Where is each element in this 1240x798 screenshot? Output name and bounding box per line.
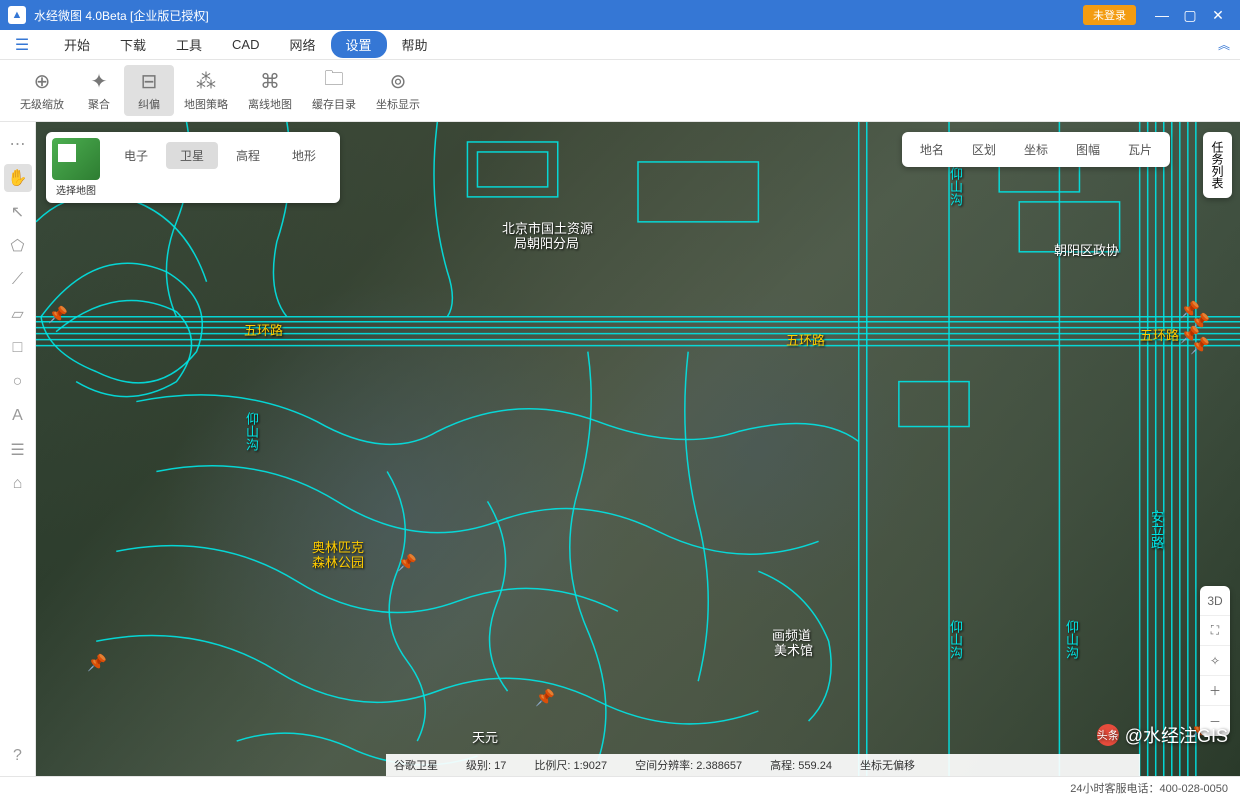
lt-select-icon[interactable]: ↖: [4, 198, 32, 226]
close-button[interactable]: ✕: [1204, 7, 1232, 24]
maximize-button[interactable]: ▢: [1176, 7, 1204, 24]
tool-cluster[interactable]: ✦聚合: [74, 65, 124, 116]
map-controls: 3D ⛶ ✧ ＋ －: [1200, 586, 1230, 736]
road-overlay: [36, 122, 1240, 776]
overlay-tab-tile[interactable]: 瓦片: [1114, 136, 1166, 163]
tool-map-strategy[interactable]: ⁂地图策略: [174, 65, 238, 116]
overlay-tab-place[interactable]: 地名: [906, 136, 958, 163]
lt-help-icon[interactable]: ?: [4, 742, 32, 770]
layer-tab-elev[interactable]: 高程: [222, 142, 274, 169]
lt-rect-icon[interactable]: □: [4, 334, 32, 362]
lt-more-icon[interactable]: ⋯: [4, 130, 32, 158]
map-fullscreen-button[interactable]: ⛶: [1200, 616, 1230, 646]
tool-zoomless[interactable]: ⊕无级缩放: [10, 65, 74, 116]
collapse-ribbon-icon[interactable]: ︽: [1218, 36, 1230, 53]
tool-cache-dir[interactable]: 🗀缓存目录: [302, 65, 366, 116]
watermark-icon: 头条: [1097, 724, 1119, 746]
map-layer-selector: 选择地图 电子 卫星 高程 地形: [46, 132, 340, 203]
status-offset: 坐标无偏移: [860, 757, 915, 773]
left-toolbar: ⋯ ✋ ↖ ⬠ ⟋ ▱ □ ○ A ☰ ⌂ ?: [0, 122, 36, 776]
app-title: 水经微图 4.0Beta [企业版已授权]: [34, 7, 1083, 24]
menu-settings[interactable]: 设置: [331, 31, 387, 58]
watermark-text: @水经注GIS: [1125, 722, 1228, 748]
minimize-button[interactable]: —: [1148, 7, 1176, 23]
lt-home-icon[interactable]: ⌂: [4, 470, 32, 498]
map-status-bar: 谷歌卫星 级别: 17 比例尺: 1:9027 空间分辨率: 2.388657 …: [386, 754, 1140, 776]
lt-list-icon[interactable]: ☰: [4, 436, 32, 464]
lt-text-icon[interactable]: A: [4, 402, 32, 430]
lt-shape-icon[interactable]: ▱: [4, 300, 32, 328]
overlay-tab-region[interactable]: 区划: [958, 136, 1010, 163]
cluster-icon: ✦: [91, 69, 108, 93]
offline-icon: ⌘: [260, 69, 280, 93]
login-badge[interactable]: 未登录: [1083, 5, 1136, 25]
toolbar: ⊕无级缩放 ✦聚合 ⊟纠偏 ⁂地图策略 ⌘离线地图 🗀缓存目录 ⊚坐标显示: [0, 60, 1240, 122]
status-level: 级别: 17: [466, 757, 506, 773]
layer-tab-satellite[interactable]: 卫星: [166, 142, 218, 169]
hamburger-icon[interactable]: ☰: [10, 33, 34, 57]
footer: 24小时客服电话：400-028-0050: [0, 776, 1240, 798]
map-compass-button[interactable]: ✧: [1200, 646, 1230, 676]
status-scale: 比例尺: 1:9027: [534, 757, 607, 773]
folder-icon: 🗀: [324, 69, 344, 93]
status-source: 谷歌卫星: [394, 757, 438, 773]
menu-network[interactable]: 网络: [275, 31, 331, 58]
watermark: 头条 @水经注GIS: [1097, 722, 1228, 748]
rectify-icon: ⊟: [141, 69, 158, 93]
tool-coord-display[interactable]: ⊚坐标显示: [366, 65, 430, 116]
task-list-button[interactable]: 任务列表: [1203, 132, 1232, 198]
map-pin[interactable]: [397, 553, 413, 573]
status-resolution: 空间分辨率: 2.388657: [635, 757, 742, 773]
menu-cad[interactable]: CAD: [217, 33, 274, 56]
menu-download[interactable]: 下载: [105, 31, 161, 58]
lt-pan-icon[interactable]: ✋: [4, 164, 32, 192]
main-area: ⋯ ✋ ↖ ⬠ ⟋ ▱ □ ○ A ☰ ⌂ ?: [0, 122, 1240, 776]
map-pin[interactable]: [87, 653, 103, 673]
map-zoom-in-button[interactable]: ＋: [1200, 676, 1230, 706]
google-map-icon: [52, 138, 100, 180]
map-pin[interactable]: [48, 305, 64, 325]
map-viewport[interactable]: 北京市国土资源 局朝阳分局 朝阳区政协 五环路 五环路 五环路 奥林匹克 森林公…: [36, 122, 1240, 776]
overlay-tab-coord[interactable]: 坐标: [1010, 136, 1062, 163]
app-icon: ▲: [8, 6, 26, 24]
tool-offline-map[interactable]: ⌘离线地图: [238, 65, 302, 116]
footer-hotline: 24小时客服电话：400-028-0050: [1070, 780, 1228, 796]
lt-polygon-icon[interactable]: ⬠: [4, 232, 32, 260]
overlay-tab-sheet[interactable]: 图幅: [1062, 136, 1114, 163]
menu-help[interactable]: 帮助: [387, 31, 443, 58]
menu-tools[interactable]: 工具: [161, 31, 217, 58]
basemap-thumb[interactable]: 选择地图: [52, 138, 100, 197]
map-pin[interactable]: [535, 688, 551, 708]
lt-circle-icon[interactable]: ○: [4, 368, 32, 396]
titlebar: ▲ 水经微图 4.0Beta [企业版已授权] 未登录 — ▢ ✕: [0, 0, 1240, 30]
map-overlay-tabs: 地名 区划 坐标 图幅 瓦片: [902, 132, 1170, 167]
tool-rectify[interactable]: ⊟纠偏: [124, 65, 174, 116]
menu-start[interactable]: 开始: [49, 31, 105, 58]
layer-tab-vector[interactable]: 电子: [110, 142, 162, 169]
zoom-icon: ⊕: [34, 69, 51, 93]
map-pin[interactable]: [1190, 336, 1206, 356]
lt-line-icon[interactable]: ⟋: [4, 266, 32, 294]
layer-tab-terrain[interactable]: 地形: [278, 142, 330, 169]
map-3d-button[interactable]: 3D: [1200, 586, 1230, 616]
menubar: ☰ 开始 下载 工具 CAD 网络 设置 帮助 ︽: [0, 30, 1240, 60]
coord-icon: ⊚: [390, 69, 407, 93]
strategy-icon: ⁂: [196, 69, 216, 93]
status-elevation: 高程: 559.24: [770, 757, 832, 773]
